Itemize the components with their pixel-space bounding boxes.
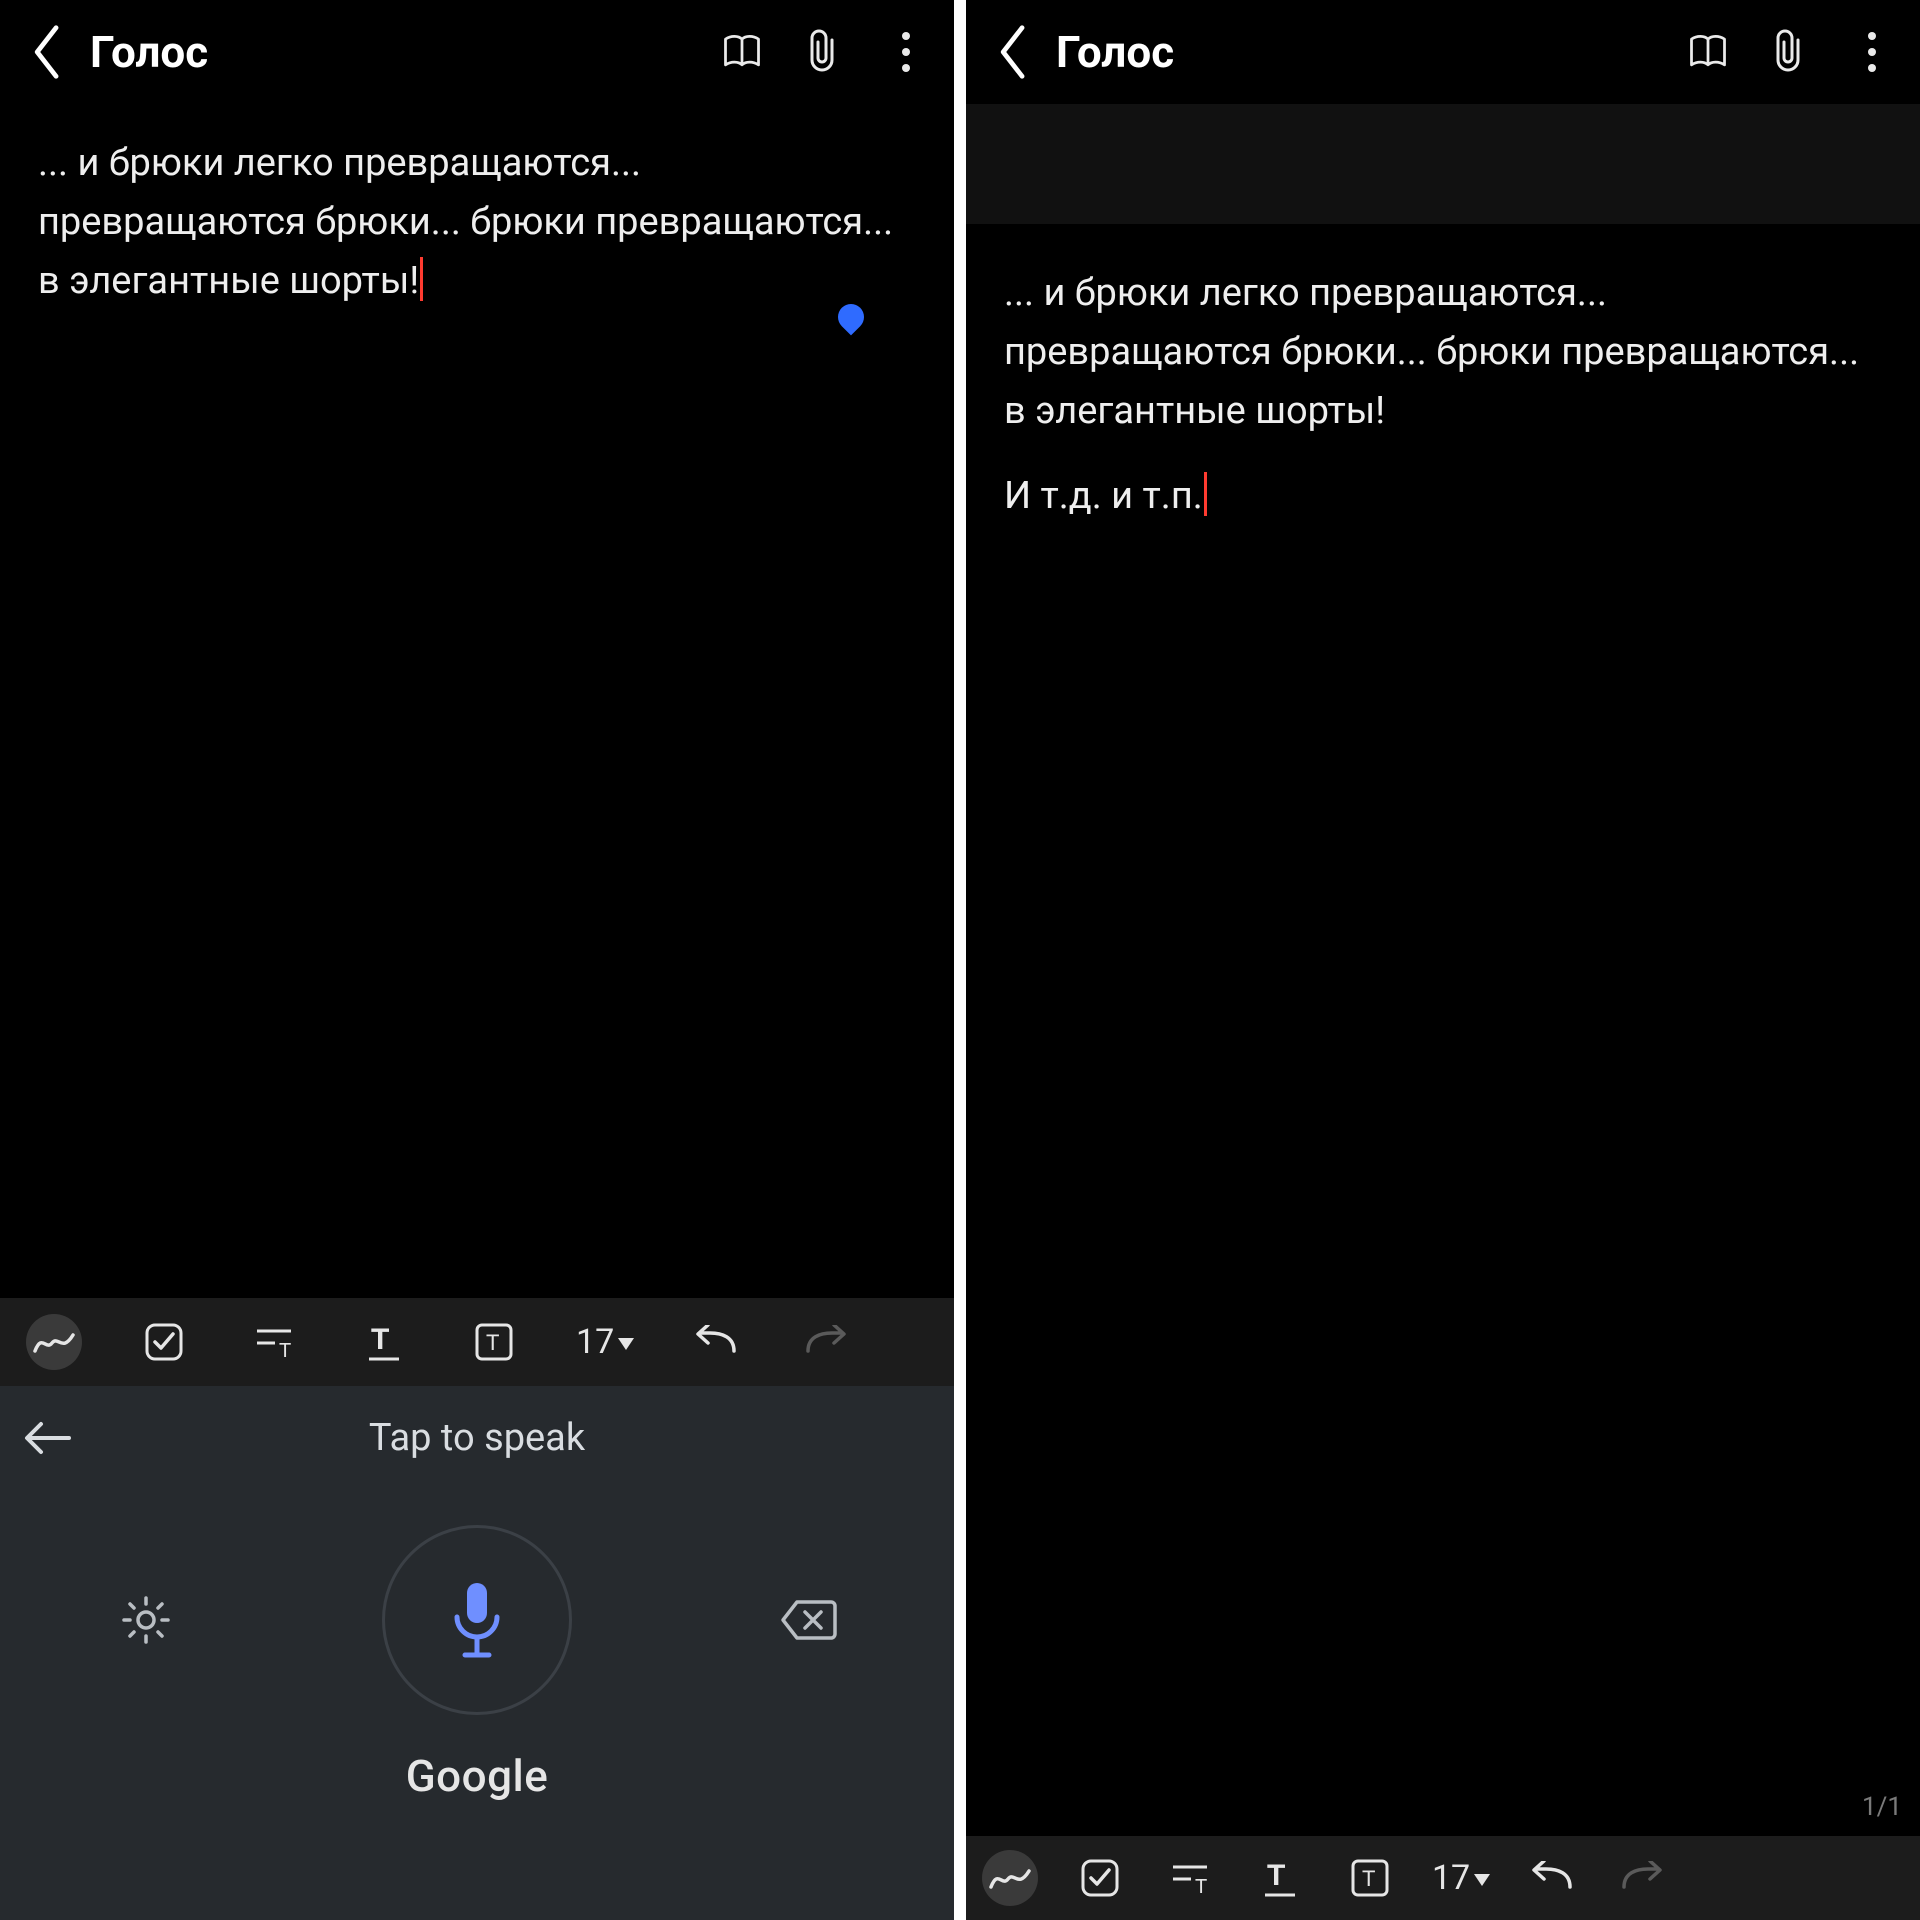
voice-panel: Tap to speak Google: [0, 1386, 954, 1920]
svg-text:T: T: [1195, 1876, 1207, 1897]
header: Голос: [0, 0, 954, 104]
page-title: Голос: [90, 26, 718, 78]
text-format-icon[interactable]: T: [1162, 1850, 1218, 1906]
voice-prompt-label: Tap to speak: [0, 1416, 954, 1460]
redo-icon[interactable]: [798, 1314, 854, 1370]
page-indicator: 1/1: [1862, 1792, 1902, 1822]
font-size-value: 17: [576, 1322, 614, 1362]
svg-text:T: T: [1267, 1859, 1285, 1892]
redo-icon[interactable]: [1614, 1850, 1670, 1906]
voice-settings-icon[interactable]: [110, 1584, 182, 1656]
phone-left: Голос ... и брюки легко превращаются... …: [0, 0, 954, 1920]
back-button[interactable]: [12, 16, 84, 88]
note-paragraph: ... и брюки легко превращаются... превра…: [38, 141, 893, 303]
note-paragraph: ... и брюки легко превращаются... превра…: [1004, 264, 1882, 441]
header-actions: [718, 28, 930, 76]
reader-mode-icon[interactable]: [718, 28, 766, 76]
svg-text:T: T: [371, 1323, 389, 1356]
note-text[interactable]: ... и брюки легко превращаются... превра…: [1004, 264, 1882, 526]
text-style-icon[interactable]: T: [1252, 1850, 1308, 1906]
dropdown-triangle-icon: [1474, 1874, 1490, 1886]
checkbox-icon[interactable]: [1072, 1850, 1128, 1906]
back-button[interactable]: [978, 16, 1050, 88]
page-title: Голос: [1056, 26, 1684, 78]
checkbox-icon[interactable]: [136, 1314, 192, 1370]
undo-icon[interactable]: [1524, 1850, 1580, 1906]
title-spacer: [966, 104, 1920, 224]
header: Голос: [966, 0, 1920, 104]
voice-back-button[interactable]: [0, 1390, 96, 1486]
attach-icon[interactable]: [800, 28, 848, 76]
format-toolbar: T T T 17: [966, 1836, 1920, 1920]
font-size-value: 17: [1432, 1858, 1470, 1898]
more-icon[interactable]: [1848, 28, 1896, 76]
note-body[interactable]: ... и брюки легко превращаются... превра…: [966, 104, 1920, 1836]
text-style-icon[interactable]: T: [356, 1314, 412, 1370]
handwriting-icon[interactable]: [982, 1850, 1038, 1906]
font-size-selector[interactable]: 17: [576, 1322, 634, 1362]
handwriting-icon[interactable]: [26, 1314, 82, 1370]
text-box-icon[interactable]: T: [1342, 1850, 1398, 1906]
svg-text:T: T: [1362, 1866, 1375, 1891]
voice-brand-label: Google: [0, 1750, 954, 1870]
header-actions: [1684, 28, 1896, 76]
phone-right: Голос ... и брюки легко превращаются... …: [966, 0, 1920, 1920]
text-format-icon[interactable]: T: [246, 1314, 302, 1370]
text-caret: [420, 257, 423, 301]
microphone-button[interactable]: [382, 1525, 572, 1715]
undo-icon[interactable]: [688, 1314, 744, 1370]
more-icon[interactable]: [882, 28, 930, 76]
note-text[interactable]: ... и брюки легко превращаются... превра…: [38, 134, 916, 311]
attach-icon[interactable]: [1766, 28, 1814, 76]
svg-text:T: T: [486, 1330, 499, 1355]
reader-mode-icon[interactable]: [1684, 28, 1732, 76]
svg-text:T: T: [279, 1340, 291, 1361]
format-toolbar: T T T 17: [0, 1298, 954, 1386]
dropdown-triangle-icon: [618, 1338, 634, 1350]
note-paragraph: И т.д. и т.п.: [1004, 474, 1203, 518]
text-box-icon[interactable]: T: [466, 1314, 522, 1370]
font-size-selector[interactable]: 17: [1432, 1858, 1490, 1898]
note-body[interactable]: ... и брюки легко превращаются... превра…: [0, 104, 954, 1298]
text-caret: [1204, 472, 1207, 516]
voice-delete-icon[interactable]: [772, 1584, 844, 1656]
